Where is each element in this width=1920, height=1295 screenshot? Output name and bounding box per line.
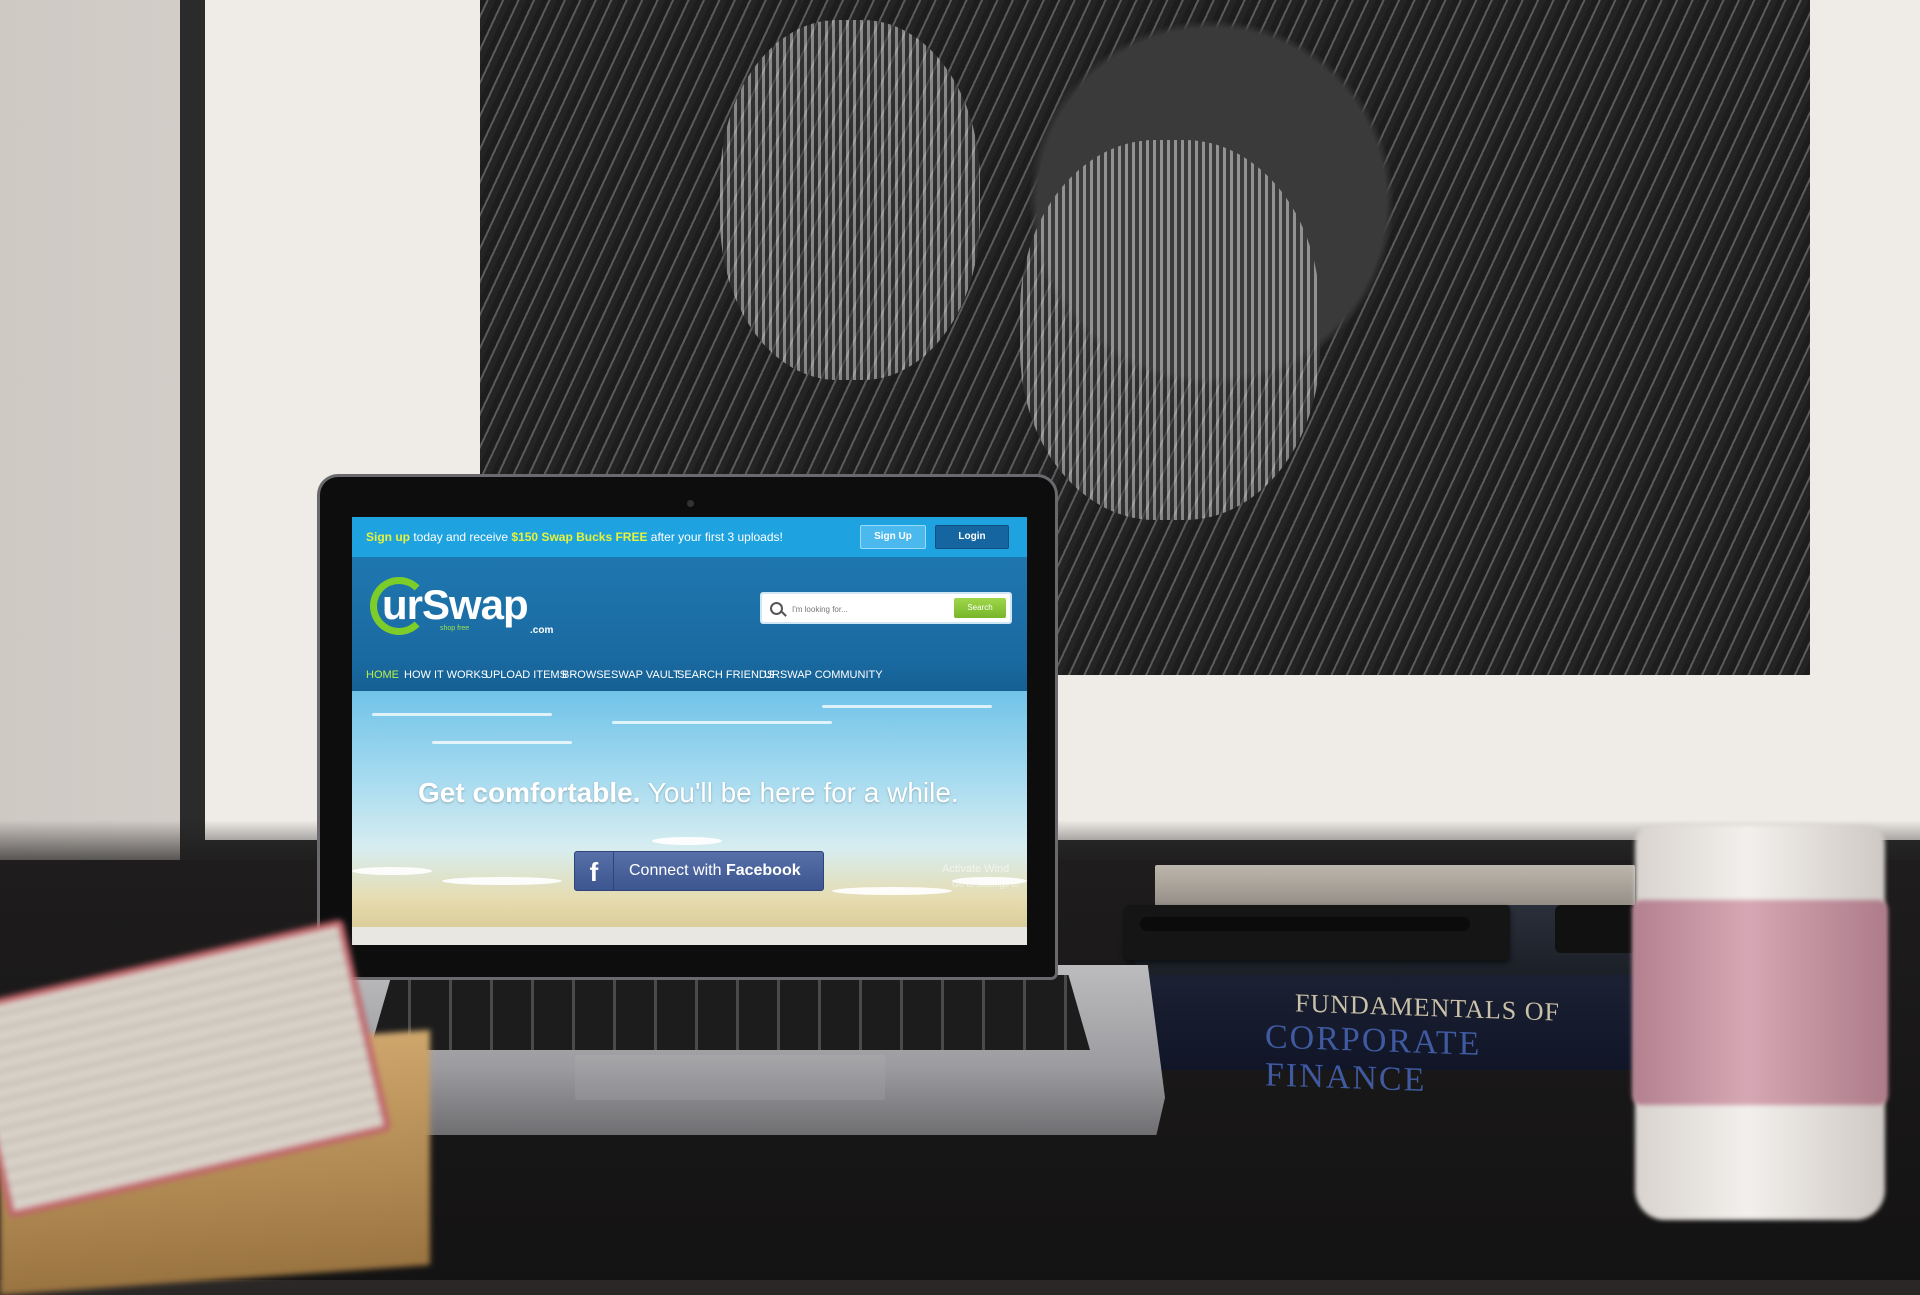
hero-bottom-strip <box>352 927 1027 945</box>
book-stack: FUNDAMENTALS OF CORPORATE FINANCE <box>1125 865 1645 1099</box>
nav-home[interactable]: HOME <box>366 669 399 681</box>
wave-crest <box>442 877 562 885</box>
site-header: urSwap shop free .com Search <box>352 557 1027 657</box>
urswap-logo[interactable]: urSwap shop free .com <box>370 571 570 651</box>
nav-swap-vault[interactable]: SWAP VAULT <box>611 669 680 681</box>
facebook-label-prefix: Connect with <box>629 862 726 879</box>
promo-text-b: after your first 3 uploads! <box>647 530 783 544</box>
nav-browse[interactable]: BROWSE <box>562 669 611 681</box>
cup-sleeve <box>1632 900 1888 1105</box>
cloud-streak <box>612 721 832 724</box>
windows-activation-watermark: Activate Wind <box>942 863 1010 875</box>
facebook-icon: f <box>575 852 614 890</box>
windows-activation-subtext: Go to Settings to <box>952 879 1020 889</box>
promo-bucks: $150 Swap Bucks FREE <box>511 530 648 544</box>
logo-domain: .com <box>530 625 554 636</box>
hero-banner: Get comfortable. You'll be here for a wh… <box>352 691 1027 945</box>
laptop-keyboard <box>370 975 1090 1050</box>
logo-tagline: shop free <box>440 625 470 632</box>
hero-headline-bold: Get comfortable. <box>418 777 641 808</box>
promo-bar: Sign up today and receive $150 Swap Buck… <box>352 517 1027 557</box>
login-button[interactable]: Login <box>935 525 1009 549</box>
cloud-streak <box>822 705 992 708</box>
signup-button[interactable]: Sign Up <box>860 525 926 549</box>
print-figure-right <box>1020 140 1320 520</box>
connect-facebook-button[interactable]: f Connect with Facebook <box>574 851 824 891</box>
webcam-icon <box>687 500 694 507</box>
wave-crest <box>832 887 952 895</box>
pen <box>1140 917 1470 931</box>
facebook-button-label: Connect with Facebook <box>629 862 801 880</box>
logo-wordmark: urSwap <box>382 581 529 628</box>
book-pages <box>1155 865 1635 910</box>
search-button[interactable]: Search <box>954 598 1006 618</box>
hero-headline-rest: You'll be here for a while. <box>640 777 959 808</box>
nav-how-it-works[interactable]: HOW IT WORKS <box>404 669 488 681</box>
search-icon <box>770 602 783 615</box>
finance-book-subtitle: CORPORATE FINANCE <box>1265 1018 1482 1099</box>
notebook <box>1125 905 1510 960</box>
cloud-streak <box>372 713 552 716</box>
search-input[interactable] <box>790 600 954 618</box>
print-figure-left <box>720 20 980 380</box>
wave-crest <box>652 837 722 845</box>
promo-text: Sign up today and receive $150 Swap Buck… <box>366 530 783 544</box>
search-bar: Search <box>760 592 1012 624</box>
cloud-streak <box>432 741 572 744</box>
nav-upload-items[interactable]: UPLOAD ITEMS <box>485 669 567 681</box>
wave-crest <box>352 867 432 875</box>
nav-search-friends[interactable]: SEARCH FRIENDS <box>677 669 774 681</box>
promo-text-a: today and receive <box>410 530 512 544</box>
laptop-trackpad <box>575 1055 885 1100</box>
nav-urswap-community[interactable]: URSWAP COMMUNITY <box>764 669 883 681</box>
laptop-screen: Sign up today and receive $150 Swap Buck… <box>352 517 1027 945</box>
facebook-label-brand: Facebook <box>725 862 801 879</box>
promo-signup-link[interactable]: Sign up <box>366 530 410 544</box>
main-nav: HOME HOW IT WORKS UPLOAD ITEMS BROWSE SW… <box>352 657 1027 691</box>
hero-headline: Get comfortable. You'll be here for a wh… <box>418 777 959 809</box>
